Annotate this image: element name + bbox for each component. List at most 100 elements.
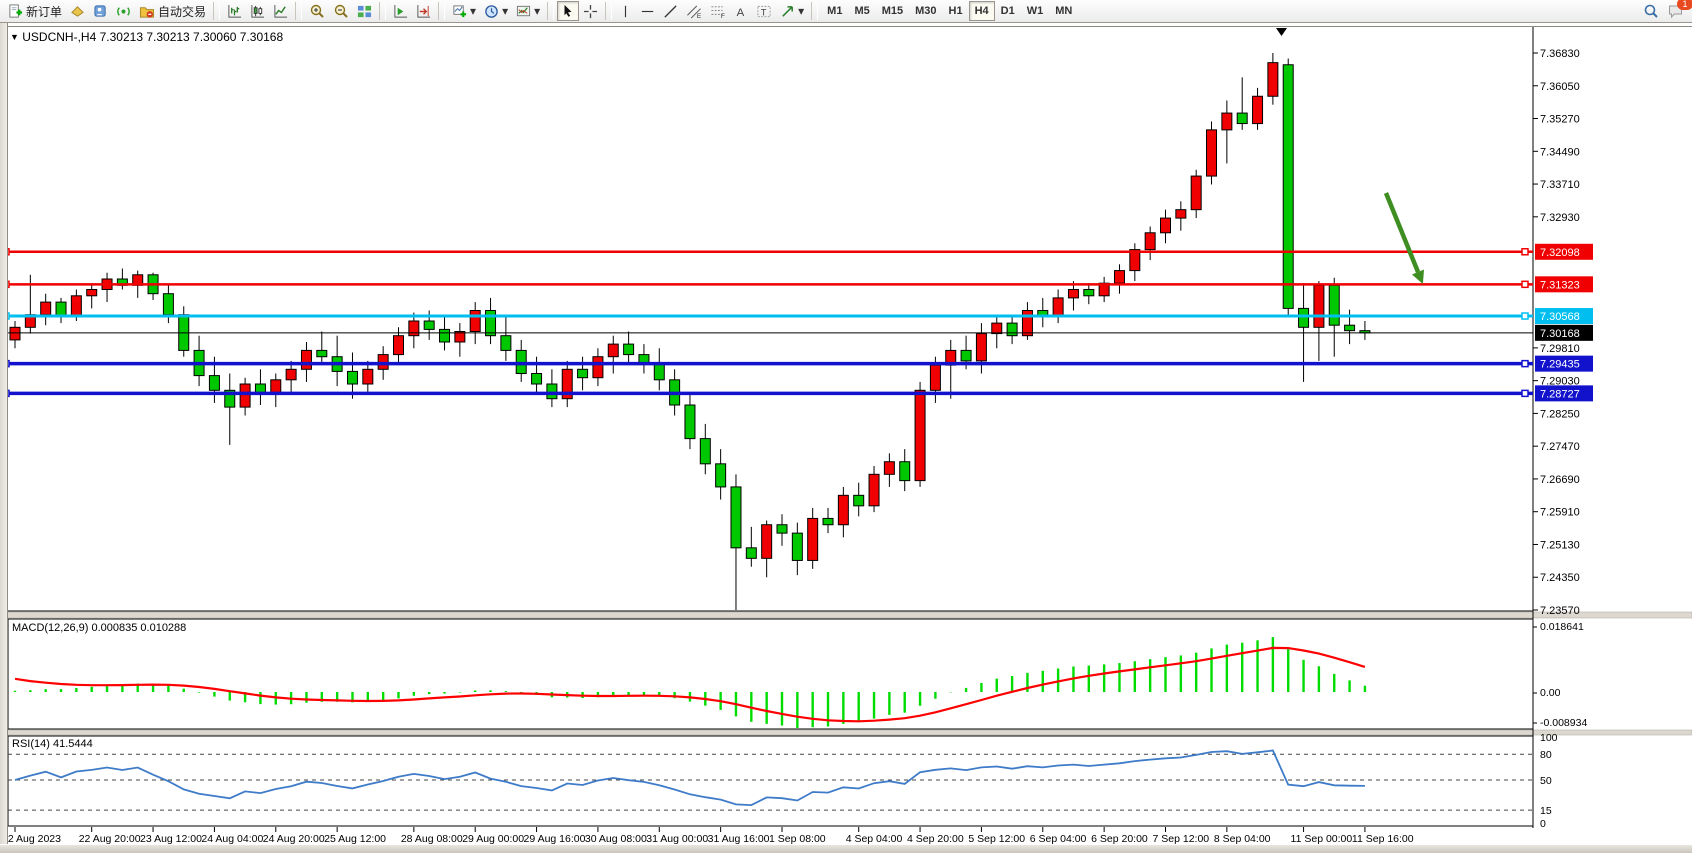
candle-down[interactable]	[163, 294, 173, 315]
candle-down[interactable]	[792, 533, 802, 560]
candle-down[interactable]	[440, 329, 450, 342]
candle-down[interactable]	[547, 384, 557, 399]
candle-up[interactable]	[1176, 210, 1186, 218]
trendline-tool-button[interactable]	[659, 1, 682, 21]
candle-down[interactable]	[1283, 65, 1293, 309]
candle-up[interactable]	[915, 390, 925, 480]
candle-up[interactable]	[1161, 218, 1171, 233]
candle-down[interactable]	[900, 462, 910, 481]
candle-up[interactable]	[1114, 271, 1124, 284]
candle-down[interactable]	[1299, 308, 1309, 327]
line-chart-button[interactable]	[269, 1, 292, 21]
autotrading-button[interactable]: 自动交易	[135, 1, 210, 21]
candle-up[interactable]	[838, 495, 848, 524]
candle-up[interactable]	[394, 336, 404, 355]
candle-up[interactable]	[301, 350, 311, 369]
fibonacci-tool-button[interactable]: F	[706, 1, 730, 21]
candle-up[interactable]	[87, 289, 97, 295]
hline-anchor[interactable]	[1522, 313, 1528, 319]
zoom-in-button[interactable]	[305, 1, 329, 21]
vertical-line-tool-button[interactable]	[615, 1, 636, 21]
candle-up[interactable]	[1145, 233, 1155, 250]
candlestick-chart-button[interactable]	[246, 1, 269, 21]
candle-down[interactable]	[1084, 289, 1094, 295]
candle-up[interactable]	[41, 302, 51, 315]
candle-down[interactable]	[823, 518, 833, 524]
arrows-tool-button[interactable]: ▾	[776, 1, 808, 21]
candle-down[interactable]	[578, 369, 588, 377]
candle-up[interactable]	[762, 525, 772, 559]
candle-up[interactable]	[884, 462, 894, 475]
candle-down[interactable]	[1237, 113, 1247, 124]
tile-windows-button[interactable]	[353, 1, 376, 21]
candle-down[interactable]	[1329, 285, 1339, 325]
templates-button[interactable]: ▾	[512, 1, 544, 21]
tab-h4[interactable]: H4	[969, 1, 995, 21]
candle-down[interactable]	[777, 525, 787, 533]
candle-down[interactable]	[209, 376, 219, 391]
text-tool-button[interactable]: A	[730, 1, 752, 21]
candle-up[interactable]	[1314, 285, 1324, 327]
new-chart-button[interactable]: ▾	[448, 1, 480, 21]
pane-splitter-main-macd[interactable]	[0, 612, 1692, 618]
candle-down[interactable]	[654, 363, 664, 380]
hline-anchor[interactable]	[1522, 390, 1528, 396]
candle-up[interactable]	[10, 327, 20, 340]
bar-chart-button[interactable]	[223, 1, 246, 21]
candle-up[interactable]	[1253, 96, 1263, 123]
tab-h1[interactable]: H1	[943, 1, 969, 21]
candle-up[interactable]	[808, 518, 818, 560]
tab-m15[interactable]: M15	[876, 1, 909, 21]
hline-anchor[interactable]	[1522, 361, 1528, 367]
candle-down[interactable]	[624, 344, 634, 355]
candle-down[interactable]	[961, 350, 971, 361]
auto-scroll-button[interactable]	[389, 1, 412, 21]
candle-down[interactable]	[532, 374, 542, 385]
hline-anchor[interactable]	[1522, 249, 1528, 255]
candle-down[interactable]	[716, 464, 726, 487]
hline-anchor[interactable]	[1522, 281, 1528, 287]
candle-up[interactable]	[240, 384, 250, 407]
candle-down[interactable]	[700, 439, 710, 464]
text-label-tool-button[interactable]: T	[752, 1, 776, 21]
channel-tool-button[interactable]: E	[682, 1, 706, 21]
candle-down[interactable]	[854, 495, 864, 506]
cursor-tool-button[interactable]	[557, 1, 579, 21]
chart-shift-button[interactable]	[412, 1, 435, 21]
horizontal-line-tool-button[interactable]	[636, 1, 659, 21]
candle-up[interactable]	[976, 334, 986, 361]
candle-down[interactable]	[501, 336, 511, 351]
tab-w1[interactable]: W1	[1021, 1, 1050, 21]
pane-splitter-macd-rsi[interactable]	[0, 730, 1692, 735]
zoom-out-button[interactable]	[329, 1, 353, 21]
candle-down[interactable]	[317, 350, 327, 356]
candle-up[interactable]	[1207, 130, 1217, 176]
candle-down[interactable]	[347, 371, 357, 384]
tab-d1[interactable]: D1	[995, 1, 1021, 21]
candle-down[interactable]	[486, 310, 496, 335]
crosshair-tool-button[interactable]	[579, 1, 602, 21]
market-watch-button[interactable]	[66, 1, 89, 21]
candle-up[interactable]	[1053, 298, 1063, 317]
candle-down[interactable]	[424, 321, 434, 329]
candle-up[interactable]	[1022, 310, 1032, 335]
candle-up[interactable]	[1068, 289, 1078, 297]
candle-up[interactable]	[1191, 176, 1201, 210]
candle-up[interactable]	[409, 321, 419, 336]
search-button[interactable]	[1639, 1, 1663, 21]
candle-down[interactable]	[1007, 323, 1017, 336]
candle-up[interactable]	[593, 357, 603, 378]
tab-m1[interactable]: M1	[821, 1, 848, 21]
candle-up[interactable]	[930, 365, 940, 390]
tab-m5[interactable]: M5	[848, 1, 875, 21]
new-order-button[interactable]: 新订单	[4, 1, 66, 21]
tab-m30[interactable]: M30	[909, 1, 942, 21]
candle-up[interactable]	[363, 369, 373, 384]
candle-up[interactable]	[470, 310, 480, 331]
tab-mn[interactable]: MN	[1049, 1, 1078, 21]
candle-down[interactable]	[746, 548, 756, 559]
periods-button[interactable]: ▾	[480, 1, 512, 21]
rsi-pane[interactable]	[8, 736, 1533, 826]
candle-up[interactable]	[1222, 113, 1232, 130]
candle-up[interactable]	[1268, 63, 1278, 97]
